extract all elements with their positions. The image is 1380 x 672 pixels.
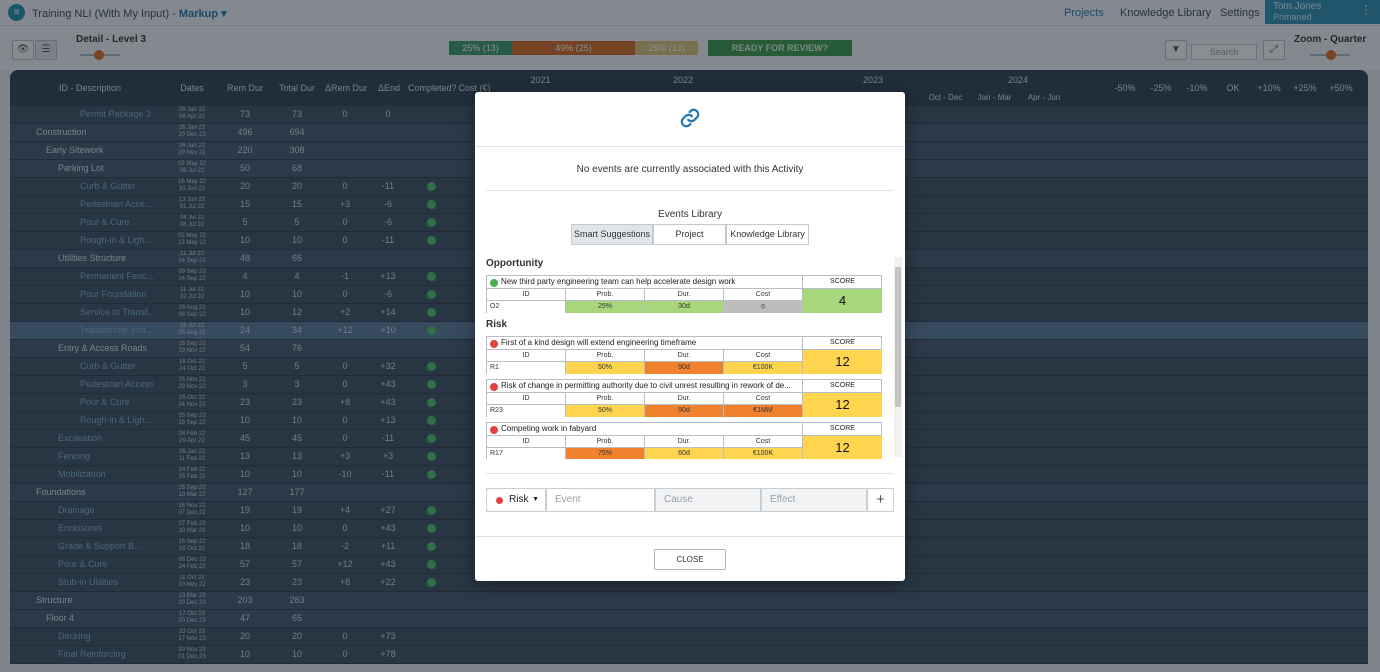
events-modal: No events are currently associated with … [475,92,905,581]
score-header: SCORE [803,423,882,436]
event-prob-value: 50% [566,362,645,374]
event-type-dropdown[interactable]: Risk ▼ [486,488,546,512]
opportunity-card[interactable]: New third party engineering team can hel… [486,275,882,313]
chevron-down-icon: ▼ [532,496,539,503]
event-dur-header: Dur. [645,393,724,405]
event-cost-header: Cost [724,393,803,405]
score-header: SCORE [803,380,882,393]
scrollbar-thumb[interactable] [895,267,901,407]
event-cost-value: €100K [724,448,803,459]
score-header: SCORE [803,276,882,289]
add-event-button[interactable]: + [867,488,894,512]
risk-section-title: Risk [486,319,508,330]
event-score: 12 [803,350,882,374]
event-dur-value: 30d [645,301,724,313]
event-prob-header: Prob. [566,289,645,301]
event-prob-value: 25% [566,301,645,313]
divider [475,536,905,537]
event-id-value: R1 [487,362,566,374]
score-header: SCORE [803,337,882,350]
new-event-row: Risk ▼ Event Cause Effect + [486,488,894,512]
event-dur-header: Dur. [645,289,724,301]
event-cost-header: Cost [724,436,803,448]
event-prob-value: 50% [566,405,645,417]
event-id-header: ID [487,350,566,362]
event-dur-value: 60d [645,448,724,459]
event-prob-header: Prob. [566,436,645,448]
events-library-title: Events Library [658,209,722,220]
risk-card[interactable]: First of a kind design will extend engin… [486,336,882,374]
event-prob-header: Prob. [566,350,645,362]
event-score: 12 [803,436,882,459]
status-dot-icon [490,426,498,434]
event-dur-value: 90d [645,405,724,417]
event-title: First of a kind design will extend engin… [487,337,803,350]
effect-input[interactable]: Effect [761,488,867,512]
event-dur-header: Dur. [645,436,724,448]
event-cost-value: ⦸ [724,301,803,313]
event-title: Risk of change in permitting authority d… [487,380,803,393]
event-cost-value: €1MM [724,405,803,417]
event-id-header: ID [487,393,566,405]
divider [486,473,894,474]
status-dot-icon [490,279,498,287]
link-icon [680,108,700,128]
event-cost-header: Cost [724,289,803,301]
event-input[interactable]: Event [546,488,655,512]
event-dur-value: 90d [645,362,724,374]
event-dur-header: Dur. [645,350,724,362]
events-scrollbar[interactable] [894,257,902,457]
event-prob-header: Prob. [566,393,645,405]
cause-input[interactable]: Cause [655,488,761,512]
risk-card[interactable]: Competing work in fabyard ID R17 Prob. 75% Du… [486,422,882,459]
event-id-value: O2 [487,301,566,313]
event-prob-value: 75% [566,448,645,459]
event-id-value: R17 [487,448,566,459]
event-id-value: R23 [487,405,566,417]
divider [475,146,905,147]
tab-project[interactable]: Project [653,224,726,245]
event-cost-value: €100K [724,362,803,374]
event-score: 4 [803,289,882,313]
event-title: New third party engineering team can hel… [487,276,803,289]
event-score: 12 [803,393,882,417]
status-dot-icon [490,340,498,348]
tab-smart-suggestions[interactable]: Smart Suggestions [571,224,653,245]
event-type-value: Risk [509,494,529,505]
event-id-header: ID [487,436,566,448]
event-title: Competing work in fabyard [487,423,803,436]
risk-dot-icon [496,497,503,504]
risk-card[interactable]: Risk of change in permitting authority d… [486,379,882,417]
close-button[interactable]: CLOSE [654,549,726,570]
divider [486,190,894,191]
event-cost-header: Cost [724,350,803,362]
status-dot-icon [490,383,498,391]
no-events-message: No events are currently associated with … [576,164,804,175]
opportunity-section-title: Opportunity [486,258,544,269]
events-list: Opportunity New third party engineering … [486,255,902,459]
tab-knowledge-library[interactable]: Knowledge Library [726,224,809,245]
event-id-header: ID [487,289,566,301]
